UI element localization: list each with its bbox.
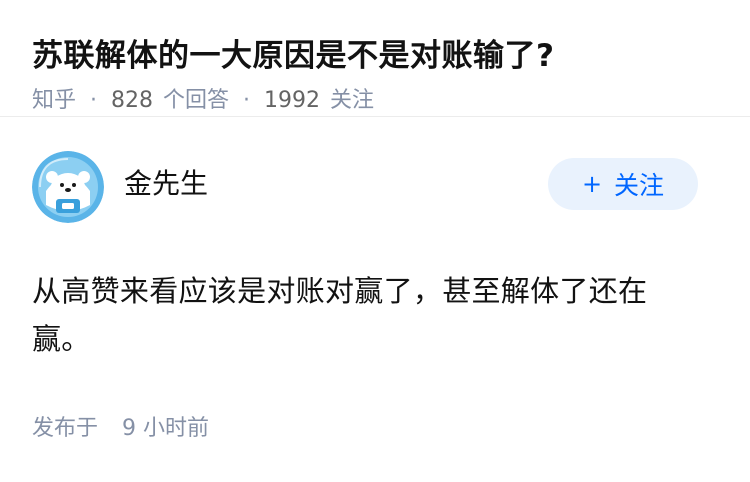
meta-separator: ·	[90, 88, 98, 113]
answer-card: 金先生 + 关注 从高赞来看应该是对账对赢了，甚至解体了还在赢。	[0, 117, 750, 363]
follower-count: 1992	[264, 88, 321, 113]
follow-button[interactable]: + 关注	[548, 158, 698, 210]
plus-icon: +	[581, 170, 603, 198]
question-title[interactable]: 苏联解体的一大原因是不是对账输了?	[32, 34, 718, 78]
author-row: 金先生 + 关注	[32, 117, 718, 257]
follower-count-label: 关注	[330, 88, 375, 113]
meta-separator: ·	[243, 88, 251, 113]
answer-count: 828	[111, 88, 154, 113]
question-meta: 知乎 · 828 个回答 · 1992 关注	[32, 86, 718, 116]
time-value: 9 小时前	[122, 416, 210, 441]
answer-count-label: 个回答	[163, 88, 230, 113]
source-label[interactable]: 知乎	[32, 86, 76, 116]
answer-content[interactable]: 从高赞来看应该是对账对赢了，甚至解体了还在赢。	[32, 267, 692, 363]
author-name[interactable]: 金先生	[124, 162, 208, 202]
time-prefix: 发布于	[32, 416, 99, 441]
astronaut-bear-icon	[32, 151, 104, 223]
follow-button-label: 关注	[614, 171, 665, 200]
answer-time: 发布于 9 小时前	[32, 414, 209, 444]
question-header: 苏联解体的一大原因是不是对账输了? 知乎 · 828 个回答 · 1992 关注	[0, 0, 750, 117]
avatar[interactable]	[32, 151, 104, 223]
